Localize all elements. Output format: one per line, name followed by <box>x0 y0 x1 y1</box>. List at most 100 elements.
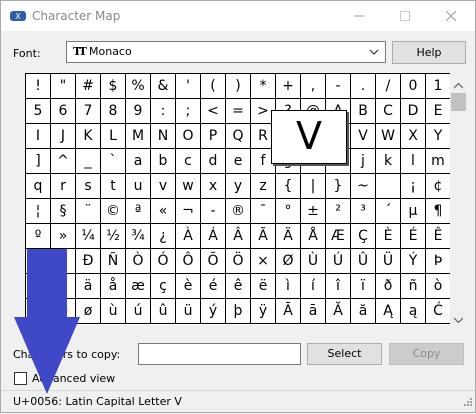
char-cell[interactable]: I <box>26 124 51 149</box>
char-cell[interactable]: Ü <box>376 249 401 274</box>
char-cell[interactable]: ÿ <box>251 299 276 324</box>
char-cell[interactable]: × <box>251 249 276 274</box>
char-cell[interactable]: ð <box>376 274 401 299</box>
char-cell[interactable]: Æ <box>326 224 351 249</box>
char-cell[interactable]: þ <box>226 299 251 324</box>
char-cell[interactable]: ( <box>201 74 226 99</box>
minimize-button[interactable] <box>336 1 382 31</box>
char-cell[interactable]: . <box>351 74 376 99</box>
char-cell[interactable]: ï <box>351 274 376 299</box>
char-cell[interactable]: Ð <box>76 249 101 274</box>
char-cell[interactable]: O <box>176 124 201 149</box>
char-cell[interactable]: Ú <box>326 249 351 274</box>
close-button[interactable] <box>428 1 474 31</box>
char-cell[interactable]: Ç <box>351 224 376 249</box>
char-cell[interactable]: ¿ <box>151 224 176 249</box>
char-cell[interactable]: r <box>51 174 76 199</box>
char-cell[interactable]: î <box>326 274 351 299</box>
char-cell[interactable]: ú <box>126 299 151 324</box>
char-cell[interactable]: 1 <box>426 74 451 99</box>
char-cell[interactable]: Â <box>226 224 251 249</box>
scroll-down-icon[interactable] <box>453 313 464 326</box>
char-cell[interactable]: ¢ <box>426 174 451 199</box>
char-cell[interactable]: 5 <box>26 99 51 124</box>
char-cell[interactable]: * <box>251 74 276 99</box>
char-cell[interactable]: & <box>151 74 176 99</box>
char-cell[interactable]: N <box>151 124 176 149</box>
char-cell[interactable]: ¬ <box>176 199 201 224</box>
char-cell[interactable]: - <box>326 74 351 99</box>
char-cell[interactable]: Ñ <box>101 249 126 274</box>
char-cell[interactable]: E <box>426 99 451 124</box>
select-button[interactable]: Select <box>307 343 382 365</box>
char-cell[interactable]: « <box>151 199 176 224</box>
char-cell[interactable]: } <box>326 174 351 199</box>
char-cell[interactable]: æ <box>126 274 151 299</box>
char-cell[interactable]: j <box>351 149 376 174</box>
char-cell[interactable]: b <box>151 149 176 174</box>
char-cell[interactable]: Þ <box>426 249 451 274</box>
char-cell[interactable]: s <box>76 174 101 199</box>
char-cell[interactable]: ą <box>401 299 426 324</box>
char-cell[interactable]: å <box>101 274 126 299</box>
char-cell[interactable]: + <box>276 74 301 99</box>
char-cell[interactable]: í <box>301 274 326 299</box>
grid-scrollbar[interactable] <box>450 73 467 325</box>
char-cell[interactable]: # <box>76 74 101 99</box>
char-cell[interactable]: Y <box>426 124 451 149</box>
char-cell[interactable]: ¾ <box>126 224 151 249</box>
char-cell[interactable]: ê <box>226 274 251 299</box>
char-cell[interactable]: Ć <box>426 299 451 324</box>
char-cell[interactable]: § <box>51 199 76 224</box>
char-cell[interactable]: u <box>126 174 151 199</box>
char-cell[interactable]: Ă <box>326 299 351 324</box>
char-cell[interactable]: $ <box>101 74 126 99</box>
char-cell[interactable]: Q <box>226 124 251 149</box>
char-cell[interactable]: ® <box>226 199 251 224</box>
char-cell[interactable]: Á <box>201 224 226 249</box>
char-cell[interactable]: ¨ <box>76 199 101 224</box>
char-cell[interactable]: ; <box>176 99 201 124</box>
char-cell[interactable]: D <box>401 99 426 124</box>
char-cell[interactable]: e <box>226 149 251 174</box>
char-cell[interactable]: 7 <box>76 99 101 124</box>
char-cell[interactable]: P <box>201 124 226 149</box>
char-cell[interactable]: v <box>151 174 176 199</box>
scroll-up-icon[interactable] <box>453 79 464 92</box>
char-cell[interactable]: J <box>51 124 76 149</box>
char-cell[interactable]: Ö <box>226 249 251 274</box>
characters-to-copy-input[interactable] <box>138 343 301 365</box>
char-cell[interactable]: ] <box>26 149 51 174</box>
help-button[interactable]: Help <box>392 41 466 64</box>
char-cell[interactable]: â <box>26 274 51 299</box>
char-cell[interactable]: ñ <box>401 274 426 299</box>
char-cell[interactable]: 8 <box>101 99 126 124</box>
char-cell[interactable]: m <box>426 149 451 174</box>
char-cell[interactable]: È <box>376 224 401 249</box>
char-cell[interactable]: X <box>401 124 426 149</box>
char-cell[interactable]: k <box>376 149 401 174</box>
char-cell[interactable]: _ <box>76 149 101 174</box>
char-cell[interactable]: è <box>176 274 201 299</box>
char-cell[interactable]: Ï <box>51 249 76 274</box>
char-cell[interactable]: " <box>51 74 76 99</box>
char-cell[interactable]: Ą <box>376 299 401 324</box>
char-cell[interactable]: ¶ <box>426 199 451 224</box>
char-cell[interactable]: Ê <box>426 224 451 249</box>
font-dropdown[interactable]: TT Monaco <box>66 41 386 63</box>
char-cell[interactable]: Ø <box>276 249 301 274</box>
char-cell[interactable]: x <box>201 174 226 199</box>
char-cell[interactable]: Ô <box>176 249 201 274</box>
char-cell[interactable]: L <box>101 124 126 149</box>
char-cell[interactable]: < <box>201 99 226 124</box>
char-cell[interactable]: d <box>201 149 226 174</box>
char-cell[interactable]: K <box>76 124 101 149</box>
char-cell[interactable]: ü <box>176 299 201 324</box>
char-cell[interactable]: z <box>251 174 276 199</box>
char-cell[interactable]: = <box>226 99 251 124</box>
char-cell[interactable]: % <box>126 74 151 99</box>
char-cell[interactable]: Ù <box>301 249 326 274</box>
char-cell[interactable]: M <box>126 124 151 149</box>
char-cell[interactable]: { <box>276 174 301 199</box>
char-cell[interactable]: - <box>201 199 226 224</box>
